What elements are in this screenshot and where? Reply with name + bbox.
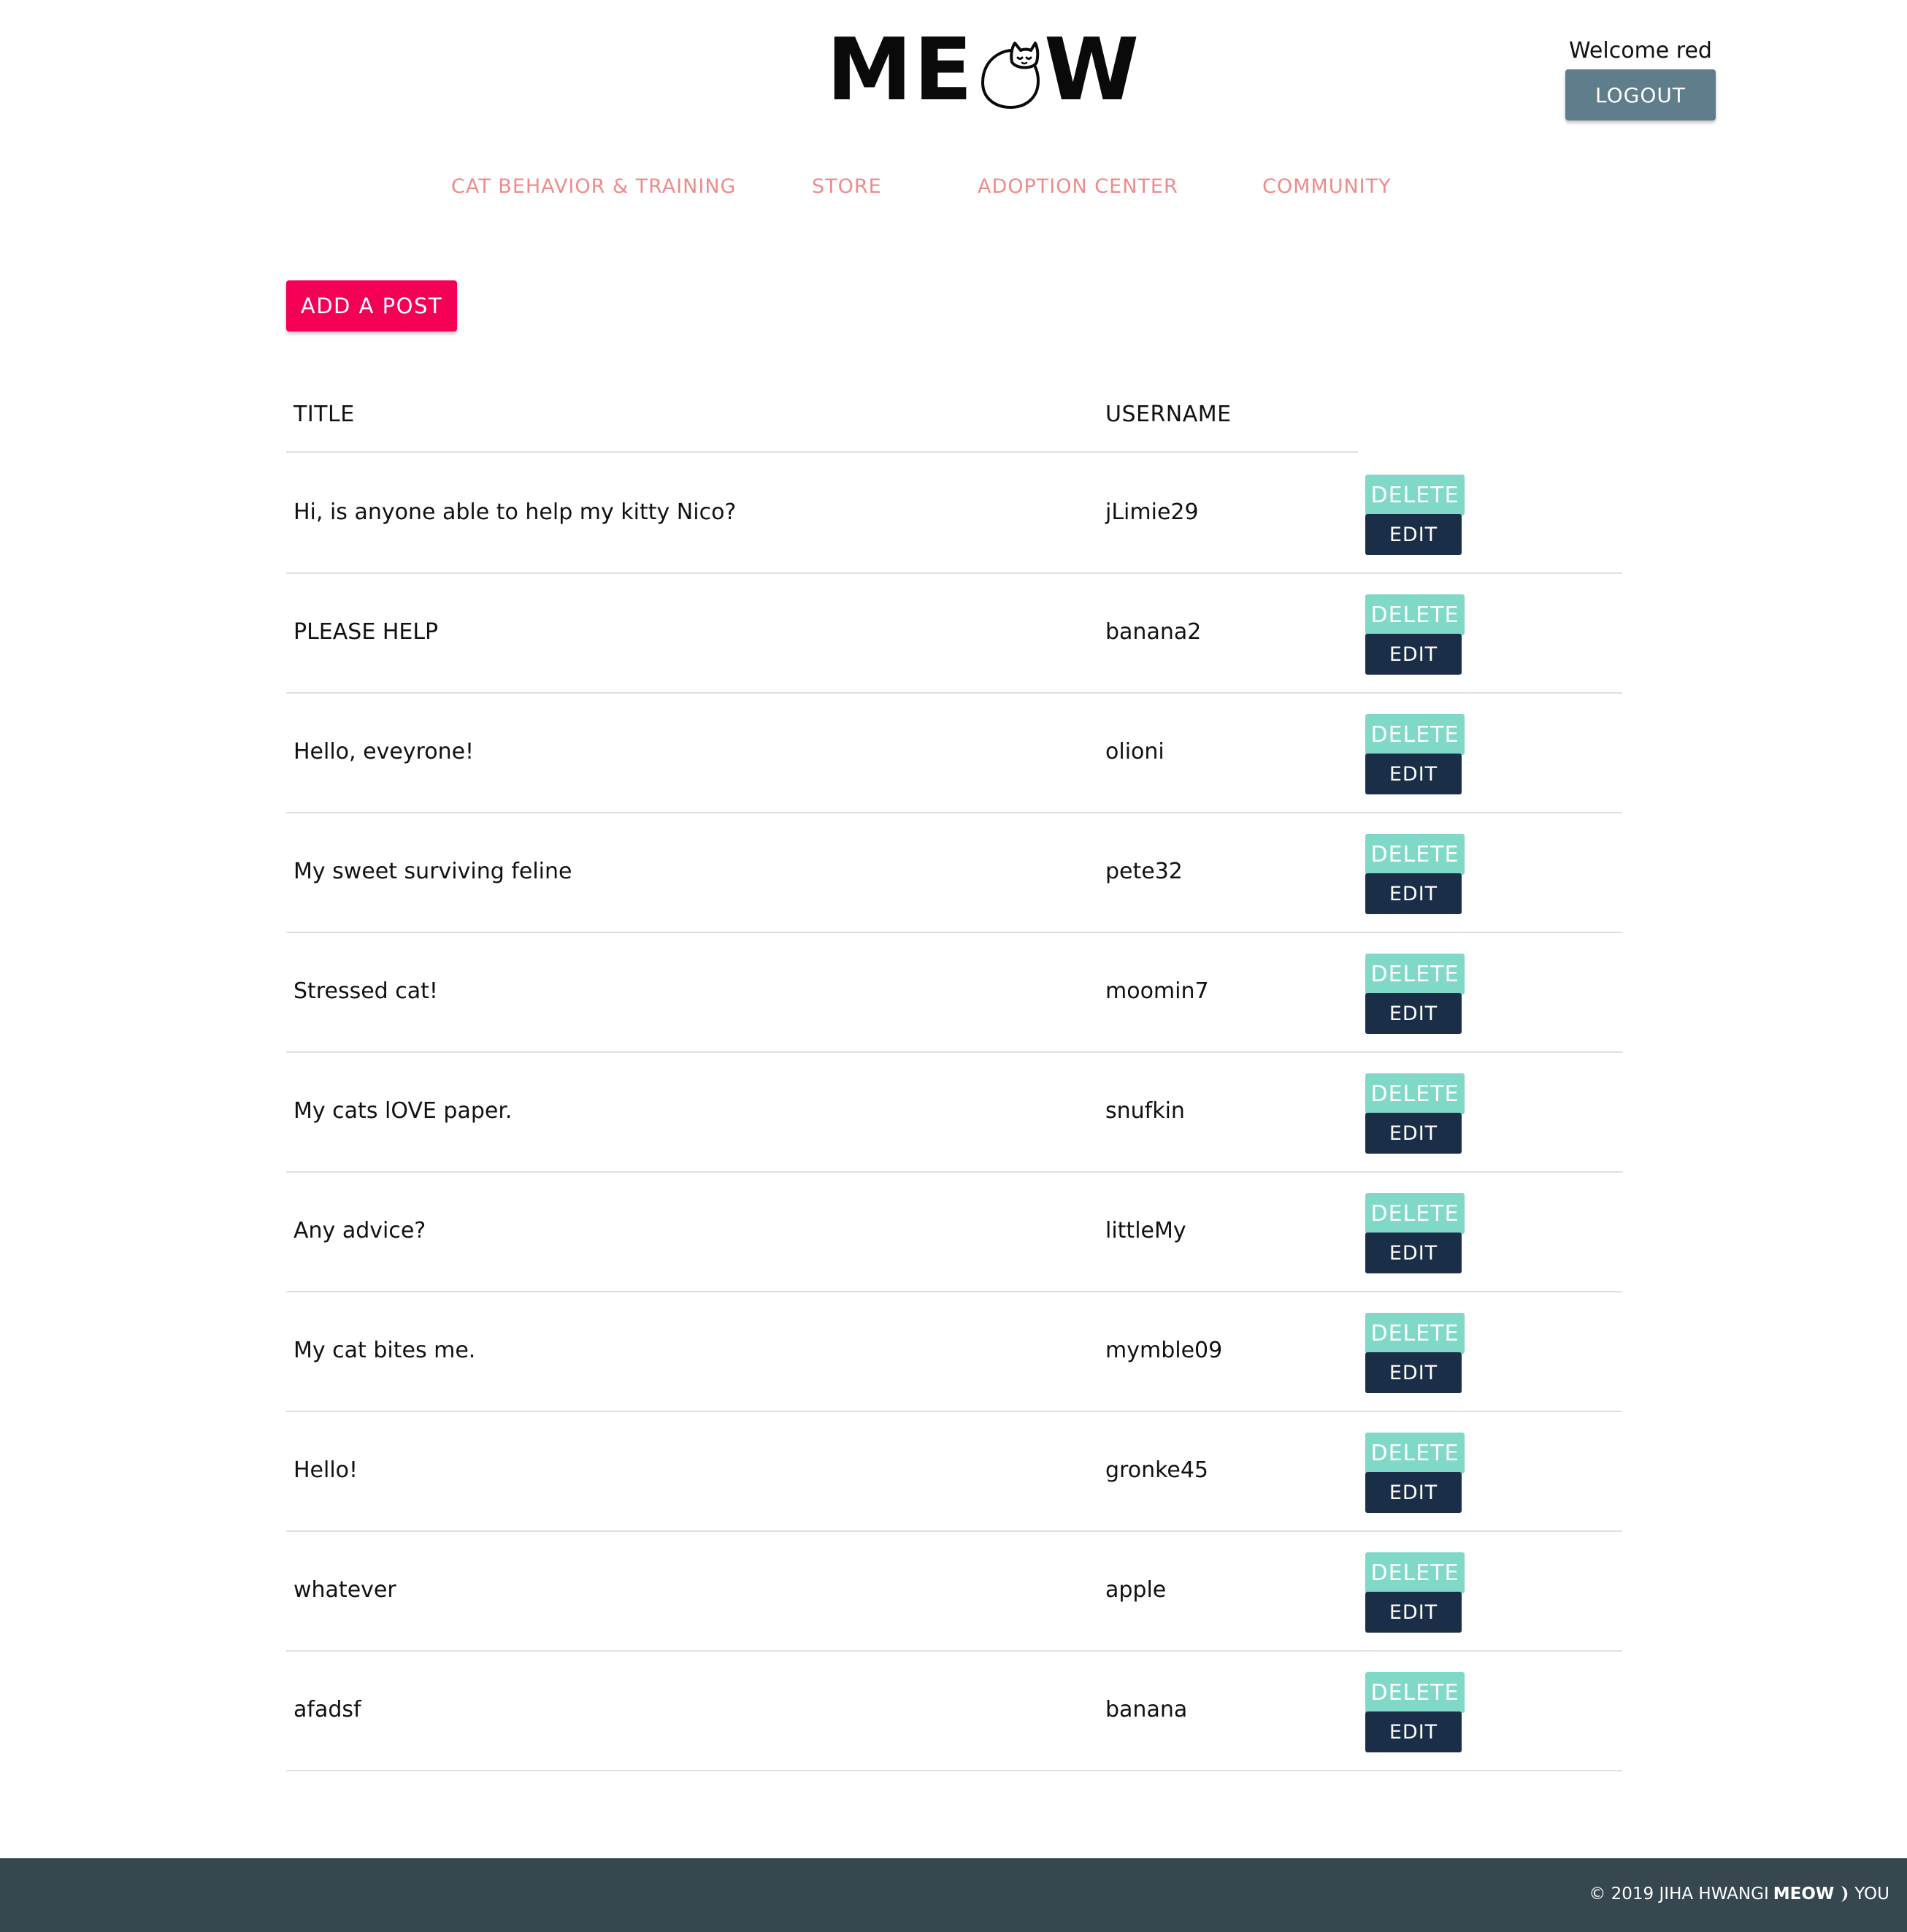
table-row: Hello, eveyrone! olioni DELETE EDIT: [286, 694, 1622, 813]
edit-button[interactable]: EDIT: [1365, 1711, 1462, 1752]
footer-suffix: YOU: [1854, 1885, 1889, 1904]
table-row: afadsf banana DELETE EDIT: [286, 1652, 1622, 1771]
table-row: PLEASE HELP banana2 DELETE EDIT: [286, 574, 1622, 694]
nav-link-cat-behavior[interactable]: CAT BEHAVIOR & TRAINING: [451, 175, 736, 198]
post-title[interactable]: PLEASE HELP: [293, 619, 438, 645]
post-title[interactable]: Hello!: [293, 1457, 358, 1483]
column-header-username: USERNAME: [1105, 402, 1232, 427]
table-row: Hello! gronke45 DELETE EDIT: [286, 1412, 1622, 1532]
post-title[interactable]: My sweet surviving feline: [293, 859, 572, 884]
post-username: olioni: [1105, 739, 1164, 764]
post-title[interactable]: Any advice?: [293, 1218, 426, 1243]
table-row: Hi, is anyone able to help my kitty Nico…: [286, 454, 1622, 574]
post-username: mymble09: [1105, 1338, 1223, 1363]
edit-button[interactable]: EDIT: [1365, 1233, 1462, 1273]
delete-button[interactable]: DELETE: [1365, 1073, 1465, 1114]
delete-button[interactable]: DELETE: [1365, 1313, 1465, 1354]
delete-button[interactable]: DELETE: [1365, 594, 1465, 635]
logout-button[interactable]: LOGOUT: [1565, 69, 1716, 120]
copyright-text: © 2019 JIHA HWANGI: [1589, 1885, 1769, 1904]
delete-button[interactable]: DELETE: [1365, 834, 1465, 875]
post-username: banana2: [1105, 619, 1202, 645]
post-username: gronke45: [1105, 1457, 1209, 1483]
post-username: jLimie29: [1105, 499, 1199, 525]
post-title[interactable]: Hi, is anyone able to help my kitty Nico…: [293, 499, 736, 525]
post-username: moomin7: [1105, 978, 1209, 1004]
post-username: banana: [1105, 1697, 1188, 1722]
edit-button[interactable]: EDIT: [1365, 514, 1462, 555]
delete-button[interactable]: DELETE: [1365, 1433, 1465, 1473]
column-header-title: TITLE: [293, 402, 355, 427]
logo-text-me: ME: [826, 19, 975, 120]
delete-button[interactable]: DELETE: [1365, 1672, 1465, 1713]
post-title[interactable]: Hello, eveyrone!: [293, 739, 474, 764]
delete-button[interactable]: DELETE: [1365, 475, 1465, 515]
header-divider: [286, 451, 1358, 453]
footer-copyright: © 2019 JIHA HWANGI MEOW YOU: [1589, 1885, 1889, 1904]
logo-text-w: W: [1044, 19, 1141, 120]
table-row: My sweet surviving feline pete32 DELETE …: [286, 813, 1622, 933]
table-row: whatever apple DELETE EDIT: [286, 1532, 1622, 1652]
post-username: pete32: [1105, 859, 1183, 884]
edit-button[interactable]: EDIT: [1365, 634, 1462, 675]
edit-button[interactable]: EDIT: [1365, 1592, 1462, 1633]
post-title[interactable]: My cat bites me.: [293, 1338, 475, 1363]
main-nav: CAT BEHAVIOR & TRAINING STORE ADOPTION C…: [0, 175, 1907, 204]
edit-button[interactable]: EDIT: [1365, 993, 1462, 1034]
table-row: My cat bites me. mymble09 DELETE EDIT: [286, 1292, 1622, 1412]
table-row: Any advice? littleMy DELETE EDIT: [286, 1173, 1622, 1292]
post-username: littleMy: [1105, 1218, 1186, 1243]
edit-button[interactable]: EDIT: [1365, 1352, 1462, 1393]
nav-link-community[interactable]: COMMUNITY: [1262, 175, 1392, 198]
post-title[interactable]: My cats lOVE paper.: [293, 1098, 512, 1124]
delete-button[interactable]: DELETE: [1365, 1193, 1465, 1234]
delete-button[interactable]: DELETE: [1365, 714, 1465, 755]
nav-link-store[interactable]: STORE: [812, 175, 882, 198]
nav-link-adoption-center[interactable]: ADOPTION CENTER: [978, 175, 1178, 198]
footer-brand: MEOW: [1773, 1885, 1835, 1904]
edit-button[interactable]: EDIT: [1365, 754, 1462, 794]
post-username: snufkin: [1105, 1098, 1185, 1124]
edit-button[interactable]: EDIT: [1365, 873, 1462, 914]
posts-table-body: Hi, is anyone able to help my kitty Nico…: [286, 454, 1622, 1771]
post-title[interactable]: whatever: [293, 1577, 396, 1603]
post-title[interactable]: afadsf: [293, 1697, 361, 1722]
delete-button[interactable]: DELETE: [1365, 954, 1465, 994]
add-post-button[interactable]: ADD A POST: [286, 280, 457, 331]
meow-logo[interactable]: ME W: [826, 19, 1141, 120]
cat-logo-icon: [978, 37, 1041, 110]
post-title[interactable]: Stressed cat!: [293, 978, 438, 1004]
welcome-message: Welcome red: [1569, 38, 1712, 64]
edit-button[interactable]: EDIT: [1365, 1113, 1462, 1154]
posts-table-header: TITLE USERNAME: [286, 394, 1358, 453]
edit-button[interactable]: EDIT: [1365, 1472, 1462, 1513]
footer: © 2019 JIHA HWANGI MEOW YOU: [0, 1858, 1907, 1932]
post-username: apple: [1105, 1577, 1167, 1603]
table-row: My cats lOVE paper. snufkin DELETE EDIT: [286, 1053, 1622, 1173]
table-row: Stressed cat! moomin7 DELETE EDIT: [286, 933, 1622, 1053]
delete-button[interactable]: DELETE: [1365, 1552, 1465, 1593]
moon-icon: [1837, 1885, 1852, 1904]
